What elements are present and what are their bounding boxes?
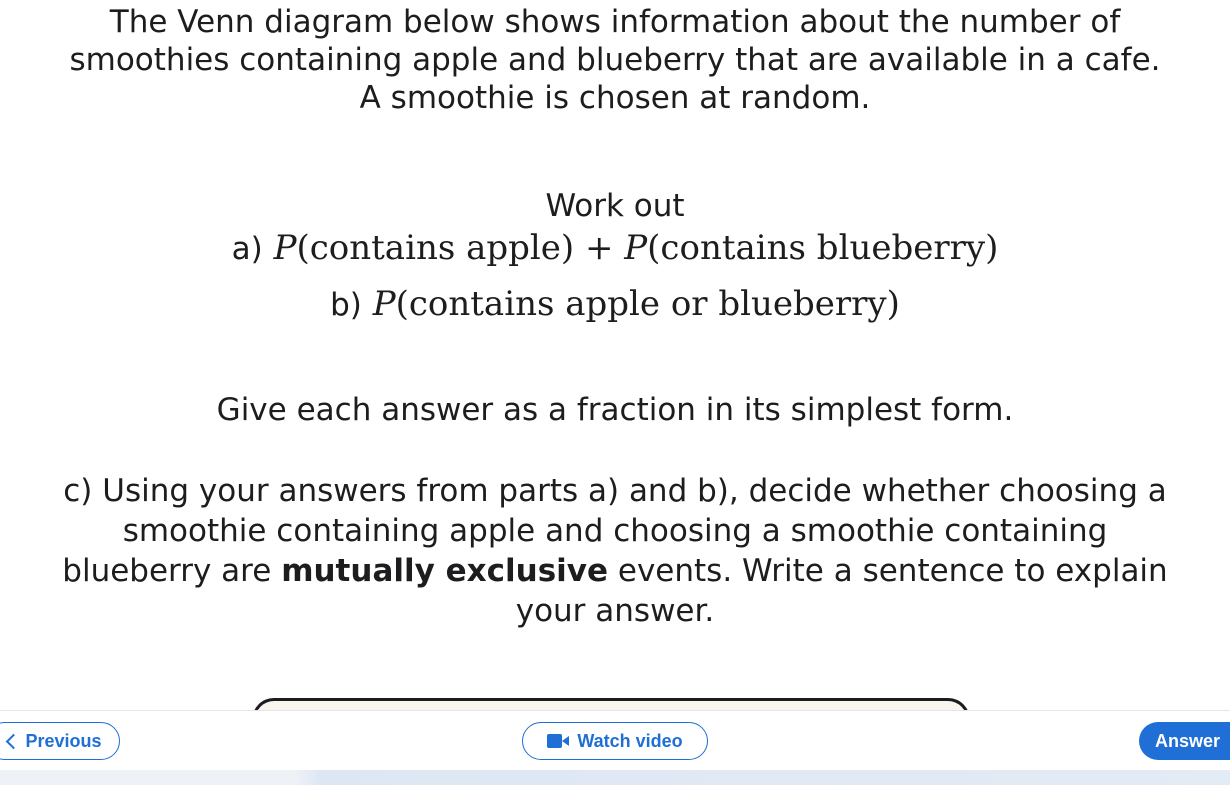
- watch-video-button[interactable]: Watch video: [522, 722, 708, 760]
- video-camera-icon: [547, 734, 570, 748]
- chevron-left-icon: [6, 733, 22, 749]
- part-b-p1: P: [372, 284, 396, 324]
- watch-video-label: Watch video: [577, 730, 683, 751]
- part-c-line-3: blueberry are mutually exclusive events.…: [0, 551, 1230, 591]
- part-a-text2: (contains blueberry): [647, 228, 999, 268]
- part-c-line-1: c) Using your answers from parts a) and …: [63, 473, 1167, 509]
- previous-button[interactable]: Previous: [0, 722, 120, 760]
- part-a-p1: P: [273, 228, 297, 268]
- part-c-line-3-post: events. Write a sentence to explain: [608, 553, 1168, 589]
- previous-label: Previous: [25, 730, 102, 751]
- work-out-label: Work out: [545, 188, 685, 224]
- bottom-strip: [0, 770, 1230, 785]
- bottom-toolbar: Previous Watch video Answer: [0, 710, 1230, 771]
- part-a-p2: P: [624, 228, 648, 268]
- answer-button[interactable]: Answer: [1139, 722, 1230, 760]
- part-c-line-3-pre: blueberry are: [62, 553, 282, 589]
- answer-label: Answer: [1155, 730, 1221, 751]
- part-b-text1: (contains apple or blueberry): [395, 284, 900, 324]
- part-b: b) P(contains apple or blueberry): [0, 281, 1230, 331]
- part-a-label: a): [231, 231, 263, 267]
- part-a-text1: (contains apple) +: [296, 228, 625, 268]
- part-c-line-2: smoothie containing apple and choosing a…: [122, 513, 1108, 549]
- part-c-line-4: your answer.: [515, 593, 715, 629]
- instruction-text: Give each answer as a fraction in its si…: [216, 392, 1014, 428]
- part-a: a) P(contains apple) + P(contains bluebe…: [0, 225, 1230, 275]
- question-text: The Venn diagram below shows information…: [0, 0, 1230, 631]
- part-b-label: b): [330, 287, 362, 323]
- intro-line-3: A smoothie is chosen at random.: [359, 80, 871, 116]
- intro-line-2: smoothies containing apple and blueberry…: [69, 42, 1161, 78]
- intro-line-1: The Venn diagram below shows information…: [109, 4, 1121, 40]
- mutually-exclusive-term: mutually exclusive: [281, 553, 609, 589]
